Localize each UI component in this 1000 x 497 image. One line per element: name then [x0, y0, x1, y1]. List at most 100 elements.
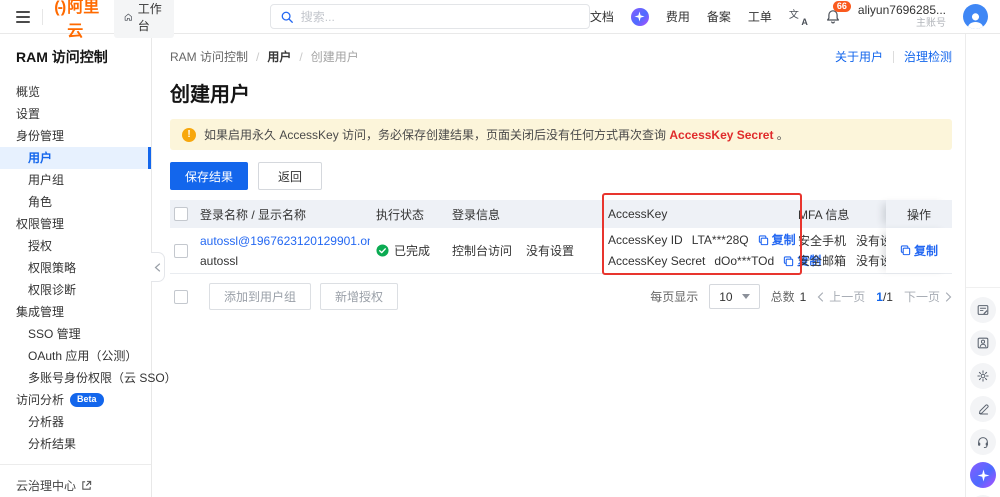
- aliyun-logo-text: 阿里云: [67, 0, 100, 41]
- prev-page-button[interactable]: 上一页: [817, 288, 865, 305]
- sidebar-item-label: 分析结果: [28, 433, 76, 455]
- check-circle-icon: [376, 244, 389, 257]
- feedback-edit-button[interactable]: [970, 396, 996, 422]
- pencil-icon: [977, 403, 990, 416]
- sidebar-item-label: 多账号身份权限（云 SSO）: [28, 367, 177, 389]
- about-users-link[interactable]: 关于用户: [835, 48, 883, 65]
- sidebar-title: RAM 访问控制: [0, 47, 151, 67]
- sidebar-item-integration-management[interactable]: 集成管理: [0, 301, 151, 323]
- sidebar-governance-link[interactable]: 云治理中心: [0, 465, 151, 497]
- chevron-down-icon: [742, 294, 750, 299]
- header-accesskey: AccessKey: [608, 207, 798, 221]
- sidebar-item-cloud-sso[interactable]: 多账号身份权限（云 SSO）: [0, 367, 151, 389]
- table-footer-bar: 添加到用户组 新增授权 每页显示 10 总数 1 上一页 1/1 下一页: [170, 283, 952, 310]
- support-button[interactable]: [970, 429, 996, 455]
- total-label: 总数: [771, 288, 795, 305]
- warning-highlight: AccessKey Secret: [669, 128, 773, 142]
- workbench-button[interactable]: 工作台: [114, 0, 174, 38]
- breadcrumb-separator: /: [256, 50, 259, 64]
- breadcrumb-users[interactable]: 用户: [267, 48, 291, 65]
- home-icon: [124, 11, 133, 23]
- sidebar-item-analysis-results[interactable]: 分析结果: [0, 433, 151, 455]
- docs-link[interactable]: 文档: [590, 8, 614, 25]
- header-exec-status: 执行状态: [376, 206, 452, 223]
- gear-icon: [976, 369, 990, 383]
- copy-ak-id-button[interactable]: 复制: [758, 230, 796, 251]
- add-to-group-button[interactable]: 添加到用户组: [209, 283, 311, 310]
- row-checkbox[interactable]: [174, 244, 188, 258]
- notifications-button[interactable]: 66: [825, 9, 841, 25]
- headset-icon: [976, 435, 990, 449]
- sidebar-item-permission-management[interactable]: 权限管理: [0, 213, 151, 235]
- search-input[interactable]: [301, 10, 580, 24]
- settings-button[interactable]: [970, 363, 996, 389]
- sidebar-item-policies[interactable]: 权限策略: [0, 257, 151, 279]
- copy-icon: [900, 245, 911, 256]
- sidebar-item-access-analysis[interactable]: 访问分析Beta: [0, 389, 151, 411]
- feedback-survey-button[interactable]: [970, 297, 996, 323]
- status-badge: 已完成: [394, 242, 430, 259]
- total-value: 1: [800, 290, 807, 304]
- sidebar-item-sso-management[interactable]: SSO 管理: [0, 323, 151, 345]
- per-page-label: 每页显示: [650, 288, 698, 305]
- ai-assistant-button[interactable]: [970, 462, 996, 488]
- hamburger-menu-icon[interactable]: [16, 11, 30, 23]
- user-login-name-link[interactable]: autossl@1967623120129901.onaliyun...: [200, 231, 370, 251]
- sidebar-item-label: 权限策略: [28, 257, 76, 279]
- sidebar-item-grants[interactable]: 授权: [0, 235, 151, 257]
- account-name: aliyun7696285...: [858, 3, 946, 18]
- copy-row-button[interactable]: 复制: [900, 242, 938, 259]
- collapse-sidebar-handle[interactable]: [151, 252, 165, 282]
- per-page-select[interactable]: 10: [709, 284, 759, 309]
- ai-assistant-icon[interactable]: [631, 8, 649, 26]
- sidebar-item-analyzer[interactable]: 分析器: [0, 411, 151, 433]
- avatar[interactable]: [963, 4, 988, 29]
- governance-check-link[interactable]: 治理检测: [904, 48, 952, 65]
- sidebar-item-label: 角色: [28, 191, 52, 213]
- sidebar-item-identity-management[interactable]: 身份管理: [0, 125, 151, 147]
- breadcrumb-ram[interactable]: RAM 访问控制: [170, 48, 248, 65]
- sidebar-item-permission-diagnosis[interactable]: 权限诊断: [0, 279, 151, 301]
- beian-link[interactable]: 备案: [707, 8, 731, 25]
- login-type: 控制台访问: [452, 242, 512, 259]
- topbar: (-) 阿里云 工作台 文档 费用 备案 工单 文 A 66: [0, 0, 1000, 34]
- footer-select-all-checkbox[interactable]: [174, 290, 188, 304]
- contact-button[interactable]: [970, 330, 996, 356]
- billing-link[interactable]: 费用: [666, 8, 690, 25]
- sidebar-item-roles[interactable]: 角色: [0, 191, 151, 213]
- ticket-link[interactable]: 工单: [748, 8, 772, 25]
- account-menu[interactable]: aliyun7696285... 主账号: [858, 3, 946, 31]
- sidebar-footer-label: 云治理中心: [16, 477, 76, 494]
- mfa-phone-label: 安全手机: [798, 231, 846, 251]
- back-button[interactable]: 返回: [258, 162, 322, 190]
- sidebar-item-oauth-apps[interactable]: OAuth 应用（公测）: [0, 345, 151, 367]
- warning-text: 如果启用永久 AccessKey 访问，务必保存创建结果，页面关闭后没有任何方式…: [204, 126, 789, 143]
- header-action: 操作: [886, 200, 952, 228]
- sidebar-item-overview[interactable]: 概览: [0, 81, 151, 103]
- mfa-phone-value: 没有设置: [856, 231, 886, 251]
- next-page-button[interactable]: 下一页: [904, 288, 952, 305]
- select-all-checkbox[interactable]: [174, 207, 188, 221]
- sidebar-item-label: 授权: [28, 235, 52, 257]
- aliyun-logo[interactable]: (-) 阿里云: [54, 0, 100, 41]
- sidebar-item-user-groups[interactable]: 用户组: [0, 169, 151, 191]
- add-auth-button[interactable]: 新增授权: [320, 283, 398, 310]
- notification-badge: 66: [833, 1, 851, 13]
- right-toolbar: [965, 34, 1000, 497]
- sidebar-item-settings[interactable]: 设置: [0, 103, 151, 125]
- right-toolbar-divider: [966, 287, 1000, 288]
- main-content: RAM 访问控制 / 用户 / 创建用户 关于用户 治理检测 创建用户 ! 如果…: [152, 34, 965, 497]
- sidebar-item-label: 权限诊断: [28, 279, 76, 301]
- global-search[interactable]: [270, 4, 590, 29]
- mfa-email-label: 安全邮箱: [798, 251, 846, 271]
- header-login-info: 登录信息: [452, 206, 608, 223]
- sidebar-item-users[interactable]: 用户: [0, 147, 151, 169]
- accesskey-cell: AccessKey ID LTA***28Q 复制 AccessKey Secr…: [608, 230, 798, 272]
- warning-banner: ! 如果启用永久 AccessKey 访问，务必保存创建结果，页面关闭后没有任何…: [170, 119, 952, 150]
- users-table: 登录名称 / 显示名称 执行状态 登录信息 AccessKey MFA 信息 操…: [170, 200, 952, 274]
- page-title: 创建用户: [170, 78, 952, 107]
- pagination: 每页显示 10 总数 1 上一页 1/1 下一页: [650, 284, 952, 309]
- language-switch-icon[interactable]: 文 A: [789, 8, 808, 25]
- save-results-button[interactable]: 保存结果: [170, 162, 248, 190]
- sidebar-nav: 概览设置身份管理用户用户组角色权限管理授权权限策略权限诊断集成管理SSO 管理O…: [0, 81, 151, 455]
